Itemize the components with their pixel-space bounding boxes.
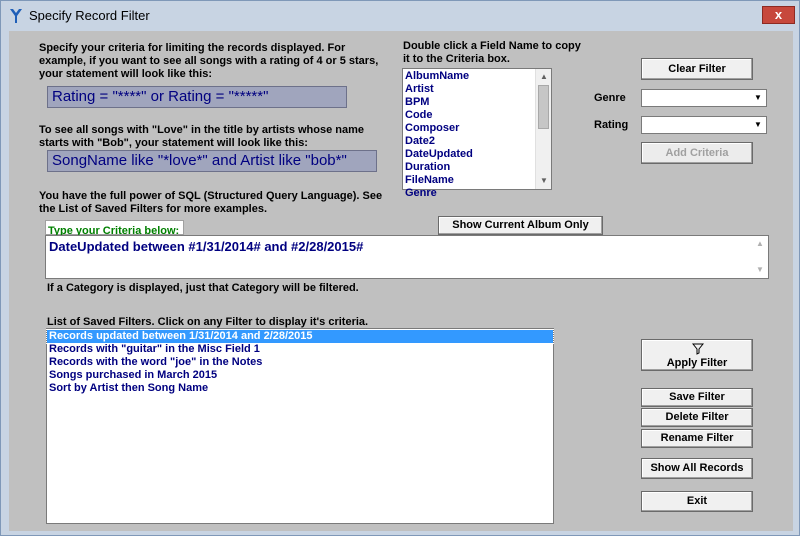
- songname-example-box: SongName like "*love*" and Artist like "…: [47, 150, 377, 172]
- rating-select[interactable]: ▼: [641, 116, 767, 134]
- apply-filter-label: Apply Filter: [666, 357, 728, 369]
- title-bar: Specify Record Filter x: [1, 1, 799, 31]
- criteria-scrollbar[interactable]: ▲ ▼: [752, 236, 768, 278]
- field-name-item[interactable]: DateUpdated: [403, 148, 551, 161]
- apply-filter-button[interactable]: Apply Filter: [641, 339, 753, 371]
- field-name-item[interactable]: BPM: [403, 96, 551, 109]
- scroll-down-arrow-icon[interactable]: ▼: [752, 262, 768, 278]
- scroll-down-arrow-icon[interactable]: ▼: [536, 173, 552, 189]
- add-criteria-button[interactable]: Add Criteria: [641, 142, 753, 164]
- field-name-item[interactable]: Composer: [403, 122, 551, 135]
- rating-label: Rating: [594, 119, 629, 131]
- saved-filters-list[interactable]: Records updated between 1/31/2014 and 2/…: [46, 328, 554, 524]
- field-name-item[interactable]: AlbumName: [403, 70, 551, 83]
- sql-text-line-2: the List of Saved Filters for more examp…: [39, 203, 268, 215]
- field-name-item[interactable]: Duration: [403, 161, 551, 174]
- rename-filter-button[interactable]: Rename Filter: [641, 429, 753, 448]
- saved-filter-item-selected[interactable]: Records updated between 1/31/2014 and 2/…: [46, 329, 554, 344]
- intro-text-line-1: Specify your criteria for limiting the r…: [39, 42, 346, 54]
- criteria-label-box: Type your Criteria below:: [45, 220, 184, 237]
- criteria-text: DateUpdated between #1/31/2014# and #2/2…: [49, 239, 364, 254]
- scroll-thumb[interactable]: [538, 85, 549, 129]
- saved-filter-item[interactable]: Records with the word "joe" in the Notes: [47, 356, 553, 369]
- dialog-client-area: Specify your criteria for limiting the r…: [9, 31, 793, 531]
- filter-icon: [692, 343, 704, 355]
- intro-text-line-2: example, if you want to see all songs wi…: [39, 55, 379, 67]
- sql-text-line-1: You have the full power of SQL (Structur…: [39, 190, 383, 202]
- window-title: Specify Record Filter: [29, 8, 150, 23]
- genre-select[interactable]: ▼: [641, 89, 767, 107]
- show-current-album-button[interactable]: Show Current Album Only: [438, 216, 603, 235]
- specify-record-filter-window: Specify Record Filter x Specify your cri…: [0, 0, 800, 536]
- show-all-records-button[interactable]: Show All Records: [641, 458, 753, 479]
- field-name-item[interactable]: Date2: [403, 135, 551, 148]
- genre-label: Genre: [594, 92, 626, 104]
- chevron-down-icon[interactable]: ▼: [751, 91, 765, 105]
- field-name-item[interactable]: Code: [403, 109, 551, 122]
- scroll-up-arrow-icon[interactable]: ▲: [752, 236, 768, 252]
- save-filter-button[interactable]: Save Filter: [641, 388, 753, 407]
- saved-filter-item[interactable]: Records with "guitar" in the Misc Field …: [47, 343, 553, 356]
- field-list-scrollbar[interactable]: ▲ ▼: [535, 69, 551, 189]
- field-name-item[interactable]: Genre: [403, 187, 551, 200]
- chevron-down-icon[interactable]: ▼: [751, 118, 765, 132]
- saved-filter-item[interactable]: Songs purchased in March 2015: [47, 369, 553, 382]
- saved-filter-item[interactable]: Sort by Artist then Song Name: [47, 382, 553, 395]
- love-example-text-line-2: starts with "Bob", your statement will l…: [39, 137, 308, 149]
- intro-text-line-3: your statement will look like this:: [39, 68, 212, 80]
- field-name-list[interactable]: AlbumName Artist BPM Code Composer Date2…: [402, 68, 552, 199]
- field-list-header-line-1: Double click a Field Name to copy: [403, 40, 581, 52]
- field-name-item[interactable]: FileName: [403, 174, 551, 187]
- exit-button[interactable]: Exit: [641, 491, 753, 512]
- criteria-textarea[interactable]: DateUpdated between #1/31/2014# and #2/2…: [45, 235, 769, 279]
- rating-select-value: [642, 121, 645, 133]
- clear-filter-button[interactable]: Clear Filter: [641, 58, 753, 80]
- field-name-item[interactable]: Artist: [403, 83, 551, 96]
- close-button[interactable]: x: [762, 6, 795, 24]
- delete-filter-button[interactable]: Delete Filter: [641, 408, 753, 427]
- rating-example-box: Rating = "****" or Rating = "*****": [47, 86, 347, 108]
- love-example-text-line-1: To see all songs with "Love" in the titl…: [39, 124, 365, 136]
- field-list-header-line-2: it to the Criteria box.: [403, 53, 510, 65]
- app-logo-icon: [10, 9, 22, 23]
- genre-select-value: [642, 94, 645, 106]
- scroll-up-arrow-icon[interactable]: ▲: [536, 69, 552, 85]
- category-note: If a Category is displayed, just that Ca…: [47, 282, 359, 294]
- close-icon: x: [774, 7, 783, 22]
